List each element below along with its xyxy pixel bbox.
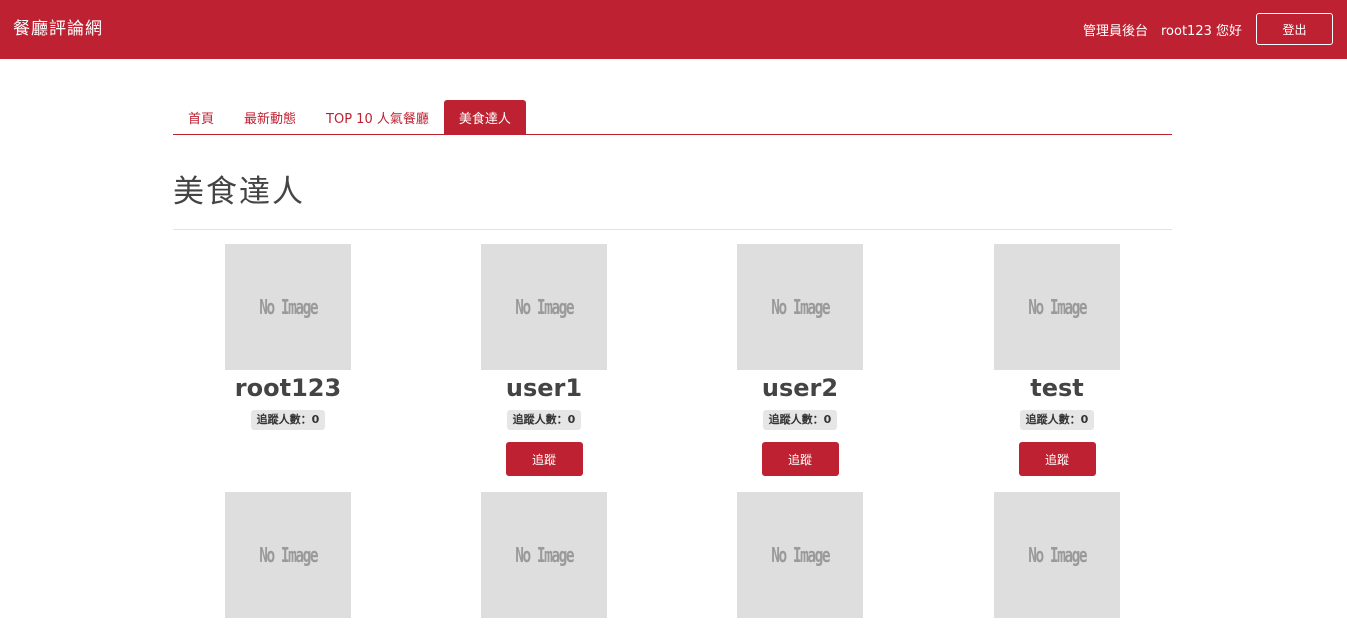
user-avatar[interactable]: No Image xyxy=(994,244,1120,370)
navbar-right: 管理員後台 root123 您好 登出 xyxy=(1083,13,1333,45)
no-image-placeholder: No Image xyxy=(515,543,574,567)
user-name[interactable]: user1 xyxy=(429,374,659,402)
follow-button[interactable]: 追蹤 xyxy=(505,442,583,476)
user-card: No Image xyxy=(173,492,403,618)
user-card: No Image user2 追蹤人數：0 追蹤 xyxy=(685,244,915,476)
follow-button[interactable]: 追蹤 xyxy=(1018,442,1096,476)
tab-top-users[interactable]: 美食達人 xyxy=(443,100,526,134)
user-card: No Image root123 追蹤人數：0 xyxy=(173,244,403,430)
no-image-placeholder: No Image xyxy=(771,295,830,319)
tab-top10[interactable]: TOP 10 人氣餐廳 xyxy=(311,100,444,134)
user-avatar[interactable]: No Image xyxy=(225,492,351,618)
user-avatar[interactable]: No Image xyxy=(225,244,351,370)
follower-count-badge: 追蹤人數：0 xyxy=(250,410,326,430)
tab-home[interactable]: 首頁 xyxy=(173,100,229,134)
user-avatar[interactable]: No Image xyxy=(737,244,863,370)
user-avatar[interactable]: No Image xyxy=(481,492,607,618)
user-avatar[interactable]: No Image xyxy=(481,244,607,370)
no-image-placeholder: No Image xyxy=(1028,295,1087,319)
user-greeting: root123 您好 xyxy=(1160,23,1242,39)
no-image-placeholder: No Image xyxy=(771,543,830,567)
user-card: No Image test 追蹤人數：0 追蹤 xyxy=(942,244,1172,476)
top-navbar: 餐廳評論網 管理員後台 root123 您好 登出 xyxy=(0,0,1347,59)
user-card: No Image xyxy=(429,492,659,618)
follower-count-badge: 追蹤人數：0 xyxy=(1019,410,1095,430)
brand-logo[interactable]: 餐廳評論網 xyxy=(13,18,103,40)
user-name[interactable]: user2 xyxy=(685,374,915,402)
no-image-placeholder: No Image xyxy=(1028,543,1087,567)
no-image-placeholder: No Image xyxy=(259,543,318,567)
user-name[interactable]: root123 xyxy=(173,374,403,402)
tab-feeds[interactable]: 最新動態 xyxy=(229,100,311,134)
user-card: No Image user1 追蹤人數：0 追蹤 xyxy=(429,244,659,476)
user-avatar[interactable]: No Image xyxy=(994,492,1120,618)
title-divider xyxy=(173,229,1172,230)
no-image-placeholder: No Image xyxy=(259,295,318,319)
user-name[interactable]: test xyxy=(942,374,1172,402)
page-title: 美食達人 xyxy=(173,174,305,210)
user-card: No Image xyxy=(942,492,1172,618)
logout-button[interactable]: 登出 xyxy=(1256,13,1333,45)
admin-link[interactable]: 管理員後台 xyxy=(1083,20,1148,39)
main-tabs: 首頁 最新動態 TOP 10 人氣餐廳 美食達人 xyxy=(173,99,1172,135)
follower-count-badge: 追蹤人數：0 xyxy=(506,410,582,430)
follower-count-badge: 追蹤人數：0 xyxy=(762,410,838,430)
user-avatar[interactable]: No Image xyxy=(737,492,863,618)
follow-button[interactable]: 追蹤 xyxy=(761,442,839,476)
no-image-placeholder: No Image xyxy=(515,295,574,319)
user-card: No Image xyxy=(685,492,915,618)
